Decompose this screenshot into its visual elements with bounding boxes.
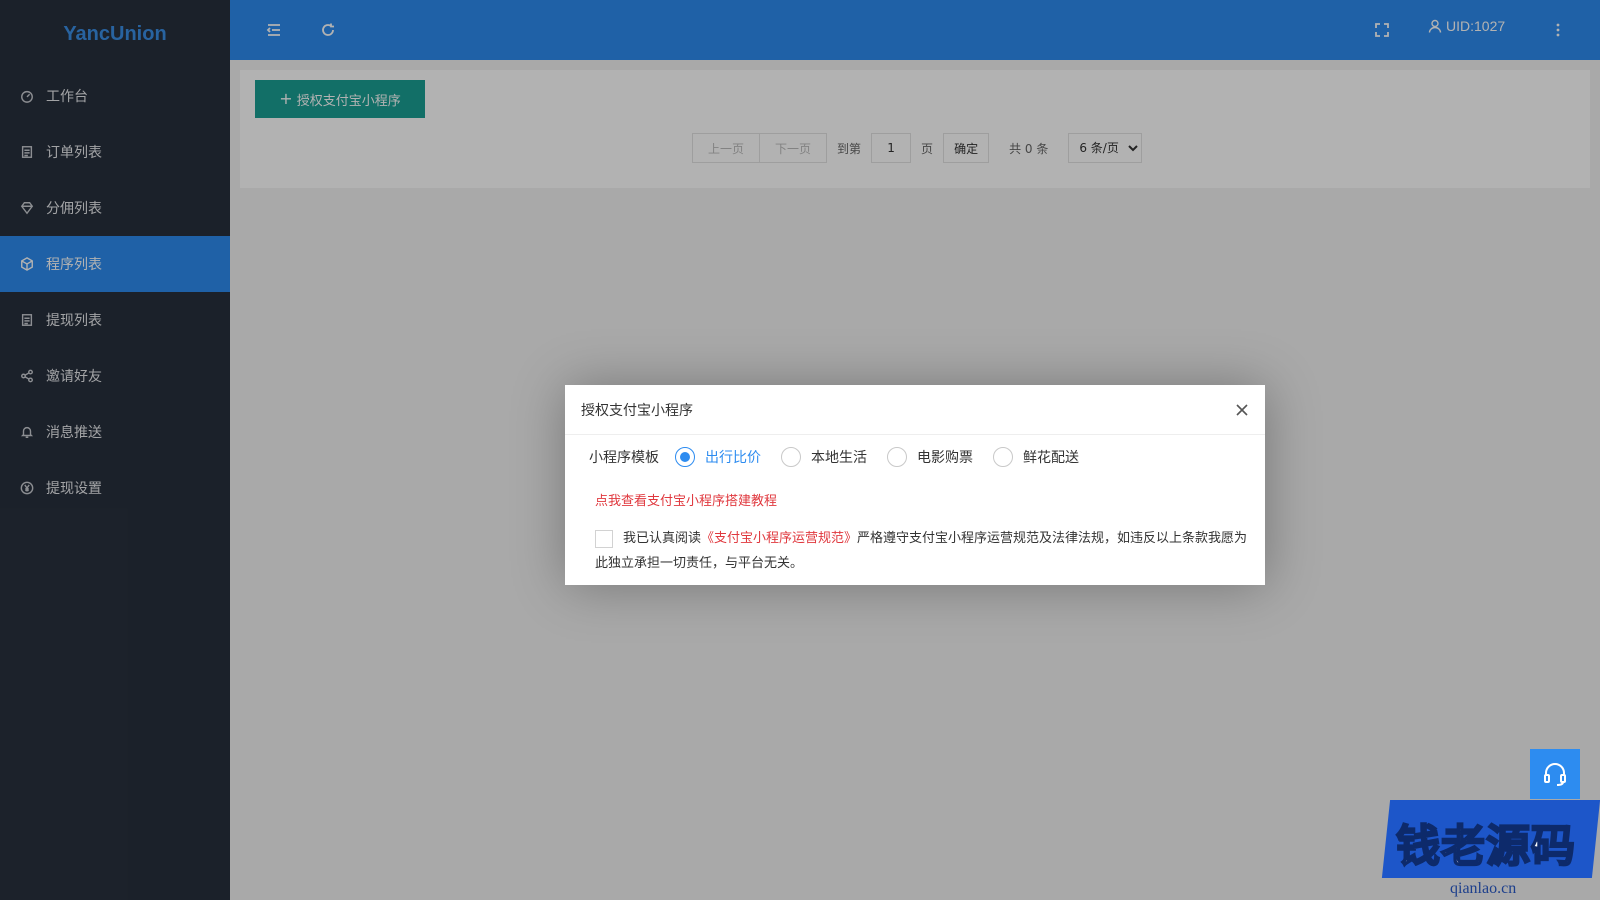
- radio-unchecked-icon: [993, 447, 1013, 467]
- authorize-dialog: 授权支付宝小程序 小程序模板 出行比价 本地生活 电影购票 鲜花配送 点我查看支…: [565, 385, 1265, 585]
- regulations-link[interactable]: 《支付宝小程序运营规范》: [701, 531, 857, 546]
- radio-unchecked-icon: [887, 447, 907, 467]
- radio-checked-icon: [675, 447, 695, 467]
- radio-label: 本地生活: [811, 450, 867, 466]
- agreement-prefix: 我已认真阅读: [623, 531, 702, 546]
- tutorial-link[interactable]: 点我查看支付宝小程序搭建教程: [595, 490, 777, 509]
- radio-unchecked-icon: [781, 447, 801, 467]
- template-label: 小程序模板: [589, 450, 659, 466]
- watermark-domain: qianlao.cn: [1450, 880, 1517, 897]
- radio-label: 鲜花配送: [1023, 450, 1079, 466]
- radio-label: 出行比价: [705, 450, 761, 466]
- customer-service-button[interactable]: [1530, 749, 1580, 799]
- template-radio-group: 小程序模板 出行比价 本地生活 电影购票 鲜花配送: [589, 447, 1099, 467]
- agreement-checkbox[interactable]: [595, 529, 613, 548]
- watermark: 钱老源码 qianlao.cn: [1378, 800, 1600, 900]
- radio-label: 电影购票: [917, 450, 973, 466]
- radio-option-flowers[interactable]: 鲜花配送: [993, 447, 1079, 467]
- radio-option-travel[interactable]: 出行比价: [675, 447, 761, 467]
- radio-option-local-life[interactable]: 本地生活: [781, 447, 867, 467]
- agreement-text: 我已认真阅读《支付宝小程序运营规范》严格遵守支付宝小程序运营规范及法律法规，如违…: [595, 526, 1257, 576]
- dialog-title: 授权支付宝小程序: [565, 385, 1265, 435]
- headset-icon: [1544, 763, 1566, 786]
- radio-option-movie[interactable]: 电影购票: [887, 447, 973, 467]
- close-icon[interactable]: [1233, 401, 1251, 419]
- watermark-text: 钱老源码: [1395, 820, 1576, 873]
